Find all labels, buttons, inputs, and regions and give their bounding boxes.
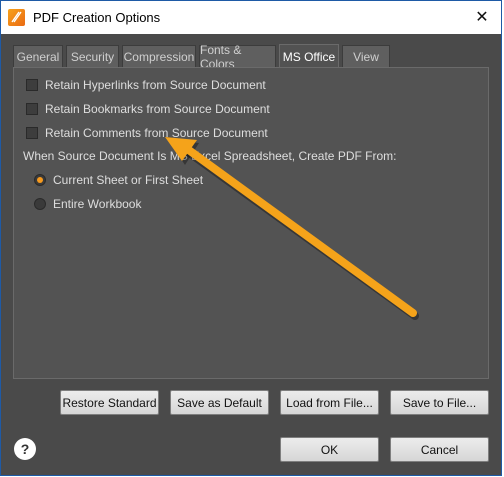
retain-hyperlinks-option[interactable]: Retain Hyperlinks from Source Document [26, 76, 266, 94]
retain-comments-checkbox[interactable] [26, 127, 38, 139]
retain-bookmarks-checkbox[interactable] [26, 103, 38, 115]
ms-office-panel: Retain Hyperlinks from Source Document R… [13, 67, 489, 379]
tab-general[interactable]: General [13, 45, 63, 67]
save-to-file-button[interactable]: Save to File... [390, 390, 489, 415]
retain-bookmarks-option[interactable]: Retain Bookmarks from Source Document [26, 100, 270, 118]
tab-security[interactable]: Security [66, 45, 119, 67]
restore-standard-button[interactable]: Restore Standard [60, 390, 159, 415]
retain-hyperlinks-label: Retain Hyperlinks from Source Document [45, 78, 266, 92]
close-icon[interactable]: ✕ [469, 5, 495, 29]
acrobat-app-icon [8, 9, 25, 26]
retain-bookmarks-label: Retain Bookmarks from Source Document [45, 102, 270, 116]
tab-compression[interactable]: Compression [122, 45, 196, 67]
current-sheet-label: Current Sheet or First Sheet [53, 173, 204, 187]
save-as-default-button[interactable]: Save as Default [170, 390, 269, 415]
cancel-button[interactable]: Cancel [390, 437, 489, 462]
pdf-creation-options-dialog: PDF Creation Options ✕ General Security … [0, 0, 502, 476]
entire-workbook-label: Entire Workbook [53, 197, 142, 211]
window-title: PDF Creation Options [33, 10, 161, 25]
tab-fonts-colors[interactable]: Fonts & Colors [199, 43, 276, 71]
retain-hyperlinks-checkbox[interactable] [26, 79, 38, 91]
current-sheet-radio[interactable] [34, 174, 46, 186]
tab-ms-office[interactable]: MS Office [279, 44, 339, 68]
tab-view[interactable]: View [342, 45, 390, 67]
retain-comments-label: Retain Comments from Source Document [45, 126, 268, 140]
spreadsheet-section-label: When Source Document Is MS Excel Spreads… [23, 149, 397, 163]
entire-workbook-radio[interactable] [34, 198, 46, 210]
entire-workbook-option[interactable]: Entire Workbook [34, 195, 141, 213]
retain-comments-option[interactable]: Retain Comments from Source Document [26, 124, 268, 142]
current-sheet-option[interactable]: Current Sheet or First Sheet [34, 171, 203, 189]
load-from-file-button[interactable]: Load from File... [280, 390, 379, 415]
ok-button[interactable]: OK [280, 437, 379, 462]
title-bar: PDF Creation Options ✕ [1, 1, 501, 34]
help-icon[interactable]: ? [14, 438, 36, 460]
